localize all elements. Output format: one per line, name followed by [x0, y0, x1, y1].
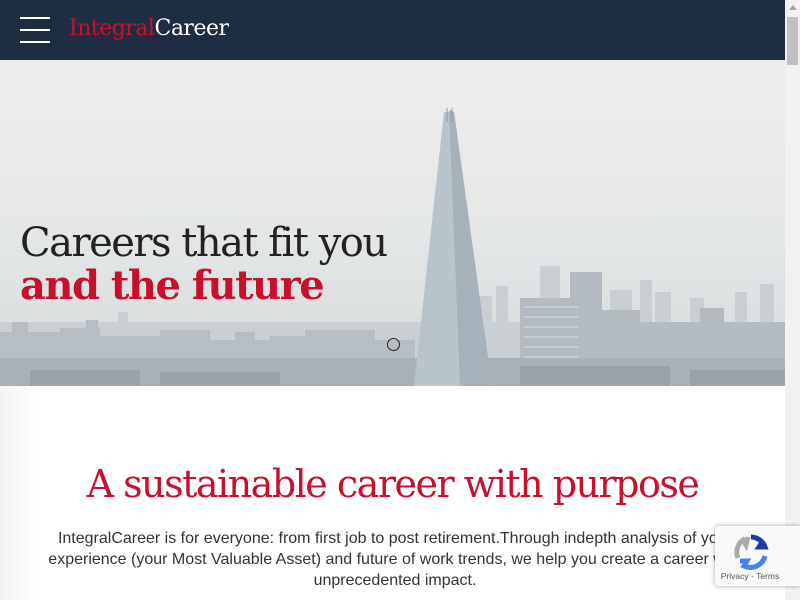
site-header: IntegralCareer: [0, 0, 785, 60]
recaptcha-links: Privacy - Terms: [715, 571, 785, 581]
scroll-up-arrow-icon[interactable]: [785, 0, 800, 15]
logo-integral: Integral: [69, 16, 155, 41]
hero-subheadline: and the future: [20, 262, 325, 309]
site-logo[interactable]: IntegralCareer: [69, 16, 229, 41]
logo-career: Career: [154, 16, 229, 41]
vertical-scrollbar[interactable]: [785, 0, 800, 600]
recaptcha-terms-link[interactable]: Terms: [756, 571, 779, 581]
carousel-dot[interactable]: [387, 338, 400, 351]
hero-banner: Careers that fit you and the future: [0, 60, 785, 386]
scroll-thumb[interactable]: [787, 17, 798, 65]
recaptcha-separator: -: [748, 571, 757, 581]
recaptcha-badge[interactable]: Privacy - Terms: [715, 526, 800, 586]
recaptcha-privacy-link[interactable]: Privacy: [721, 571, 749, 581]
page: IntegralCareer Careers that fit you and …: [0, 0, 785, 600]
section-body-text: IntegralCareer is for everyone: from fir…: [48, 530, 742, 589]
menu-icon[interactable]: [20, 17, 50, 43]
section-title: A sustainable career with purpose: [86, 462, 700, 506]
hero-headline: Careers that fit you: [20, 220, 388, 266]
recaptcha-icon: [734, 534, 769, 570]
